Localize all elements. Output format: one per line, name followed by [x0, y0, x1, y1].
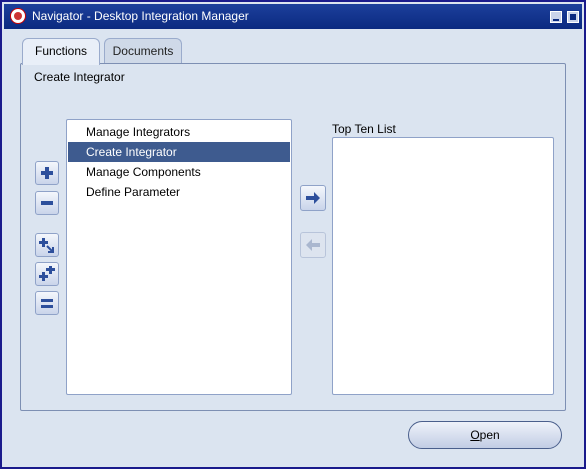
add-to-top-ten-button[interactable]	[300, 185, 326, 211]
expand-all-icon	[39, 266, 55, 281]
list-item-manage-integrators[interactable]: Manage Integrators	[68, 122, 290, 142]
plus-icon	[41, 167, 53, 179]
top-ten-label: Top Ten List	[332, 122, 396, 136]
oracle-app-icon	[10, 8, 26, 24]
window-title: Navigator - Desktop Integration Manager	[32, 9, 249, 23]
list-item-manage-components[interactable]: Manage Components	[68, 162, 290, 182]
open-button-mnemonic: O	[470, 428, 480, 442]
panel-heading: Create Integrator	[34, 70, 125, 84]
list-item-define-parameter[interactable]: Define Parameter	[68, 182, 290, 202]
minus-icon	[41, 201, 53, 205]
tab-functions[interactable]: Functions	[22, 38, 100, 65]
remove-from-top-ten-button[interactable]	[300, 232, 326, 258]
open-button[interactable]: Open	[408, 421, 562, 449]
collapse-all-icon	[41, 299, 53, 308]
list-item-create-integrator[interactable]: Create Integrator	[68, 142, 290, 162]
expand-branch-icon	[39, 238, 54, 253]
minimize-button[interactable]	[550, 11, 562, 23]
collapse-button[interactable]	[35, 191, 59, 215]
maximize-button[interactable]	[567, 11, 579, 23]
title-bar[interactable]: Navigator - Desktop Integration Manager	[4, 4, 582, 29]
expand-all-button[interactable]	[35, 262, 59, 286]
tab-documents[interactable]: Documents	[104, 38, 182, 64]
arrow-left-icon	[306, 239, 320, 251]
expand-button[interactable]	[35, 161, 59, 185]
arrow-right-icon	[306, 192, 320, 204]
expand-branch-button[interactable]	[35, 233, 59, 257]
top-ten-list[interactable]	[332, 137, 554, 395]
collapse-all-button[interactable]	[35, 291, 59, 315]
functions-list[interactable]: Manage Integrators Create Integrator Man…	[66, 119, 292, 395]
open-button-label: pen	[479, 428, 500, 442]
